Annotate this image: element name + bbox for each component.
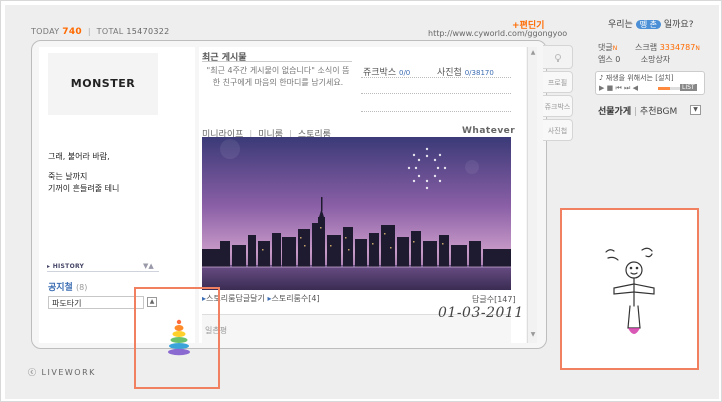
activity-stats: 댓글N 스크랩 3334787N 앱스 0 소망상자 (598, 43, 700, 64)
reply-count: 답글수[147] (472, 295, 516, 304)
play-icon[interactable]: ▶ (599, 84, 604, 92)
notice-count: (8) (75, 283, 88, 292)
profile-note-line: 그래, 불어라 바람, (48, 152, 110, 161)
apps-link[interactable]: 앱스 (598, 55, 613, 64)
monster-logo: MONSTER (70, 77, 136, 90)
history-arrows-icon[interactable]: ▼▲ (143, 262, 154, 270)
divider (361, 111, 511, 112)
player-controls: ▶ ■ ⏮ ⏭ ◀ (599, 84, 638, 93)
side-tab-top[interactable] (543, 45, 573, 69)
friend-question: 우리는 뗑 촌 일까요? (608, 17, 693, 30)
date-stamp: 01-03-2011 (438, 305, 524, 321)
scrap-link[interactable]: 스크랩 (635, 43, 657, 52)
divider (361, 77, 511, 78)
tab-icon (554, 54, 561, 62)
gift-shop-row: 선물가게 | 추천BGM (598, 107, 678, 117)
notice-title: 공지철 (8) (48, 280, 87, 293)
jukebox-count: 0/0 (399, 69, 411, 77)
profile-note-line: 죽는 날까지 (48, 172, 88, 181)
highlight-box-left (134, 287, 220, 389)
profile-note-line: 기꺼이 흔들려줄 테니 (48, 184, 120, 193)
livework-logo: ⓒ LIVEWORK (28, 368, 96, 377)
side-tab-profile[interactable]: 프로필 (543, 71, 573, 93)
prev-icon[interactable]: ⏮ (615, 84, 621, 92)
divider (202, 61, 352, 62)
divider (47, 271, 159, 272)
side-tab-photos[interactable]: 사진첩 (543, 119, 573, 141)
divider (361, 93, 511, 94)
city-skyline-photo[interactable] (202, 137, 511, 290)
notice-label: 공지철 (48, 283, 73, 293)
today-label: TODAY (31, 27, 60, 36)
volume-icon[interactable]: ◀ (633, 84, 638, 92)
wave-surf-select[interactable]: 파도타기 (48, 296, 144, 309)
story-title: Whatever (462, 126, 516, 136)
relation-badge[interactable]: 뗑 촌 (635, 20, 661, 29)
comments-link[interactable]: 댓글 (598, 43, 613, 52)
friend-question-suffix: 일까요? (663, 20, 694, 30)
recommended-bgm-link[interactable]: 추천BGM (640, 107, 677, 117)
player-message[interactable]: ♪ 재생을 위해서는 [설치] (599, 73, 674, 83)
wish-box-link[interactable]: 소망상자 (641, 55, 670, 64)
rainbow-stack-icon (168, 319, 190, 356)
side-tab-jukebox[interactable]: 쥬크박스 (543, 95, 573, 117)
recent-posts-box: "최근 4주간 게시물이 없습니다" 소식이 뜸한 친구에게 마음의 한마디를 … (204, 65, 352, 111)
friend-question-prefix: 우리는 (608, 20, 633, 30)
recent-posts-message: "최근 4주간 게시물이 없습니다" 소식이 뜸한 친구에게 마음의 한마디를 … (206, 66, 350, 87)
history-link[interactable]: ▸ HISTORY (47, 263, 84, 270)
playlist-button[interactable]: LIST (680, 84, 697, 91)
skyline-svg (202, 137, 511, 290)
stop-icon[interactable]: ■ (607, 84, 614, 92)
today-count: 740 (62, 27, 82, 37)
visitor-counter: TODAY 740 | TOTAL 15470322 (31, 27, 170, 37)
apps-count: 0 (615, 55, 621, 64)
gift-shop-link[interactable]: 선물가게 (598, 107, 631, 117)
scroll-down-icon[interactable]: ▼ (529, 331, 537, 339)
total-count: 15470322 (126, 27, 170, 36)
total-label: TOTAL (96, 27, 124, 36)
homepage-url[interactable]: http://www.cyworld.com/ggongyoo (428, 29, 567, 38)
highlight-box-right (560, 208, 699, 370)
photo-count: 0/38170 (464, 69, 494, 77)
next-icon[interactable]: ⏭ (624, 84, 630, 92)
gift-dropdown-icon[interactable]: ▼ (690, 105, 701, 115)
scrap-count: 3334787 (659, 43, 696, 52)
volume-level (658, 87, 670, 90)
story-count-link[interactable]: 스토리룸수[4] (271, 294, 319, 303)
scrollbar[interactable]: ▲ ▼ (527, 47, 537, 343)
counter-separator: | (87, 27, 91, 36)
screen: TODAY 740 | TOTAL 15470322 +편딘기 http://w… (0, 0, 722, 402)
scroll-up-icon[interactable]: ▲ (529, 49, 537, 57)
stick-figure-drawing (605, 247, 655, 334)
